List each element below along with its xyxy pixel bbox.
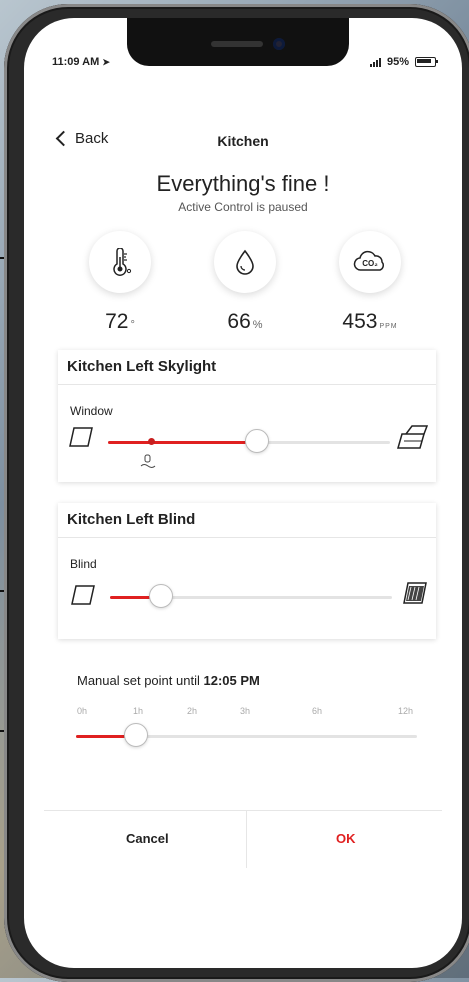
temperature-unit: ° <box>130 319 135 331</box>
thermometer-icon <box>113 248 132 276</box>
location-arrow-icon: ➤ <box>102 57 110 67</box>
co2-unit: PPM <box>379 323 398 330</box>
window-label: Window <box>70 404 113 418</box>
setpoint-time: 12:05 PM <box>203 673 260 688</box>
battery-icon <box>415 57 438 67</box>
window-slider[interactable] <box>108 429 390 453</box>
skylight-card: Kitchen Left Skylight Window <box>58 350 436 482</box>
water-drop-icon <box>236 249 254 275</box>
blind-closed-icon <box>403 582 427 604</box>
front-camera <box>273 38 285 50</box>
blind-label: Blind <box>70 557 97 571</box>
ok-button[interactable]: OK <box>336 831 356 846</box>
setpoint-label: Manual set point until 12:05 PM <box>77 673 260 688</box>
setpoint-prefix: Manual set point until <box>77 673 200 688</box>
battery-percent: 95% <box>386 56 409 68</box>
setpoint-slider-handle[interactable] <box>124 723 148 747</box>
signal-icon <box>369 57 381 67</box>
blind-open-icon <box>71 585 95 605</box>
status-subline: Active Control is paused <box>178 200 308 214</box>
skylight-title: Kitchen Left Skylight <box>58 350 436 385</box>
status-time: 11:09 AM ➤ <box>52 56 110 68</box>
status-indicators: 95% <box>369 56 438 68</box>
co2-sensor[interactable]: CO₂ 453 PPM <box>337 231 403 334</box>
co2-cloud-icon: CO₂ <box>353 250 384 271</box>
blind-title: Kitchen Left Blind <box>58 503 436 538</box>
tick-3h: 3h <box>240 706 251 716</box>
humidity-sensor[interactable]: 66% <box>212 231 278 334</box>
tick-2h: 2h <box>187 706 198 716</box>
temperature-value: 72 <box>105 310 129 333</box>
status-headline: Everything's fine ! <box>156 171 330 196</box>
window-slider-fill <box>108 441 257 444</box>
action-divider <box>44 810 442 811</box>
window-closed-icon <box>69 427 93 447</box>
notch <box>127 18 349 66</box>
tick-6h: 6h <box>312 706 323 716</box>
phone-frame: 11:09 AM ➤ 95% Back Kitchen Everything's… <box>4 4 469 982</box>
app-screen: 11:09 AM ➤ 95% Back Kitchen Everything's… <box>24 18 462 968</box>
auto-mode-icon <box>140 454 156 468</box>
blind-slider[interactable] <box>110 584 392 608</box>
action-separator <box>246 810 247 868</box>
cancel-button[interactable]: Cancel <box>126 831 169 846</box>
co2-value: 453 <box>342 310 378 333</box>
speaker-grille <box>211 41 263 47</box>
tick-12h: 12h <box>398 706 414 716</box>
tick-0h: 0h <box>77 706 88 716</box>
blind-slider-handle[interactable] <box>149 584 173 608</box>
blind-card: Kitchen Left Blind Blind <box>58 503 436 639</box>
humidity-unit: % <box>252 319 263 331</box>
setpoint-slider[interactable] <box>76 723 417 747</box>
window-open-icon <box>397 425 428 449</box>
window-setpoint-marker <box>148 438 155 445</box>
temperature-sensor[interactable]: 72 ° <box>87 231 153 334</box>
page-title: Kitchen <box>217 133 269 149</box>
co2-icon-label: CO₂ <box>362 259 378 268</box>
window-slider-handle[interactable] <box>245 429 269 453</box>
humidity-value: 66 <box>227 310 251 333</box>
tick-1h: 1h <box>133 706 144 716</box>
